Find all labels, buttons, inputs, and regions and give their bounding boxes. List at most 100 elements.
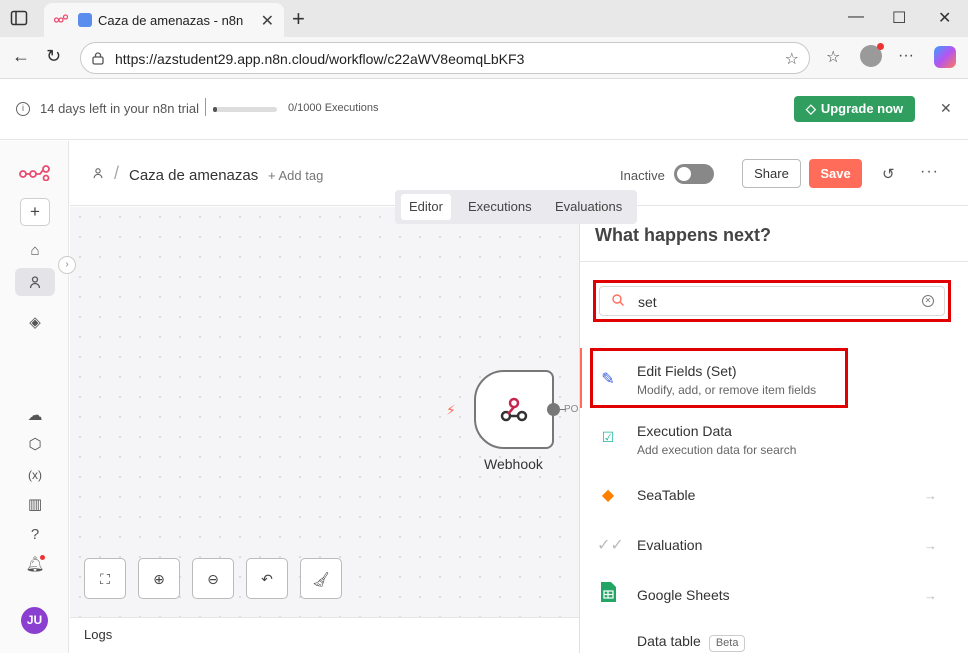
trial-banner: i 14 days left in your n8n trial 0/1000 … [0, 80, 968, 140]
node-item-edit-fields[interactable]: ✎ Edit Fields (Set) Modify, add, or remo… [580, 357, 968, 407]
node-creator-panel: What happens next? ✕ ✎ Edit Fields (Set)… [579, 207, 968, 653]
node-label: Webhook [484, 456, 543, 472]
active-toggle[interactable] [674, 164, 714, 184]
tab-executions[interactable]: Executions [460, 194, 540, 220]
maximize-icon[interactable]: ☐ [892, 8, 906, 28]
back-icon[interactable]: ← [12, 46, 30, 67]
divider [205, 98, 206, 116]
search-box[interactable]: ✕ [599, 286, 945, 316]
bell-icon[interactable]: 🔔︎ [15, 551, 55, 579]
node-item-name: Edit Fields (Set) [637, 363, 737, 379]
arrow-right-icon: → [924, 488, 937, 503]
panel-title: What happens next? [595, 225, 772, 245]
node-item-name: SeaTable [637, 487, 696, 503]
insights-icon[interactable]: ▥ [15, 491, 55, 519]
tab-close-icon[interactable]: ✕ [261, 11, 274, 31]
cloud-icon[interactable]: ☁ [15, 402, 55, 430]
arrow-right-icon: → [924, 538, 937, 553]
help-icon[interactable]: ? [15, 521, 55, 549]
close-banner-icon[interactable]: ✕ [940, 100, 952, 117]
tidy-up-button[interactable]: 🧹︎ [300, 558, 342, 599]
search-icon [612, 294, 624, 306]
tab-group-icon [78, 13, 92, 27]
node-item-description: Add execution data for search [637, 443, 797, 457]
search-highlight: ✕ [593, 280, 951, 322]
notification-dot [40, 555, 45, 560]
node-item-data-table[interactable]: Data table Beta [580, 625, 968, 653]
node-item-description: Modify, add, or remove item fields [637, 383, 817, 397]
url-bar[interactable]: https://azstudent29.app.n8n.cloud/workfl… [80, 42, 810, 74]
google-sheets-icon [601, 582, 616, 602]
copilot-icon[interactable] [934, 46, 956, 68]
trigger-bolt-icon: ⚡︎ [446, 402, 456, 418]
share-button[interactable]: Share [742, 159, 801, 188]
home-icon[interactable]: ⌂ [15, 237, 55, 265]
status-label: Inactive [620, 168, 665, 183]
url-text[interactable]: https://azstudent29.app.n8n.cloud/workfl… [115, 51, 524, 67]
browser-tab[interactable]: Caza de amenazas - n8n ✕ [44, 3, 284, 37]
zoom-in-button[interactable]: ⊕ [138, 558, 180, 599]
tab-title: Caza de amenazas - n8n [98, 13, 244, 28]
tab-evaluations[interactable]: Evaluations [547, 194, 630, 220]
collapse-sidebar-icon[interactable]: › [58, 256, 76, 274]
site-info-icon[interactable] [91, 51, 105, 65]
settings-more-icon[interactable]: ··· [898, 47, 914, 65]
node-item-execution-data[interactable]: ☑ Execution Data Add execution data for … [580, 417, 968, 467]
new-tab-icon[interactable]: + [292, 6, 305, 32]
upgrade-button[interactable]: ◇ Upgrade now [794, 96, 915, 122]
info-icon: i [16, 102, 30, 116]
create-icon[interactable]: + [20, 198, 50, 226]
more-options-icon[interactable]: ··· [920, 163, 939, 181]
output-label: PO [564, 404, 579, 415]
browser-tabstrip: Caza de amenazas - n8n ✕ + — ☐ ✕ [0, 0, 968, 37]
undo-button[interactable]: ↶ [246, 558, 288, 599]
checklist-icon: ☑ [601, 429, 615, 445]
user-avatar[interactable]: JU [21, 607, 48, 634]
history-icon[interactable]: ↺ [882, 165, 895, 183]
favorites-icon[interactable]: ☆ [826, 47, 840, 67]
window-close-icon[interactable]: ✕ [938, 8, 951, 28]
node-item-evaluation[interactable]: ✓✓ Evaluation → [580, 525, 968, 575]
favorite-star-icon[interactable]: ☆ [785, 49, 799, 69]
executions-progress [213, 107, 277, 112]
refresh-icon[interactable]: ↻ [46, 46, 61, 67]
node-item-name: Evaluation [637, 537, 703, 553]
owner-icon [92, 167, 104, 182]
node-output-handle[interactable] [547, 403, 560, 416]
layers-icon[interactable]: ◈ [15, 309, 55, 337]
search-input[interactable] [638, 292, 908, 312]
workflow-name[interactable]: Caza de amenazas [129, 167, 258, 184]
zoom-out-button[interactable]: ⊖ [192, 558, 234, 599]
profile-avatar[interactable] [860, 43, 884, 67]
templates-icon[interactable]: ⬡ [15, 431, 55, 459]
variables-icon[interactable]: (x) [15, 461, 55, 489]
breadcrumb-separator: / [114, 163, 120, 183]
address-bar-row: ← ↻ https://azstudent29.app.n8n.cloud/wo… [0, 37, 968, 79]
pencil-icon: ✎ [601, 371, 615, 388]
minimize-icon[interactable]: — [848, 8, 864, 26]
divider [580, 261, 968, 262]
personal-icon[interactable] [15, 268, 55, 296]
save-button[interactable]: Save [809, 159, 862, 188]
n8n-logo-icon[interactable] [19, 165, 51, 181]
seatable-icon: ◆ [601, 487, 615, 504]
double-check-icon: ✓✓ [597, 537, 624, 554]
node-item-name: Data table Beta [637, 633, 746, 652]
node-item-seatable[interactable]: ◆ SeaTable → [580, 475, 968, 525]
n8n-favicon-icon [54, 14, 68, 23]
logs-panel[interactable]: Logs [70, 617, 579, 653]
fit-view-button[interactable]: ⛶ [84, 558, 126, 599]
clear-search-icon[interactable]: ✕ [922, 295, 934, 307]
trial-days-text: 14 days left in your n8n trial [40, 101, 199, 116]
executions-count: 0/1000 Executions [288, 102, 379, 114]
beta-badge: Beta [708, 635, 746, 652]
node-item-name: Google Sheets [637, 587, 730, 603]
node-item-name: Execution Data [637, 423, 732, 439]
tab-editor[interactable]: Editor [401, 194, 451, 220]
add-tag-link[interactable]: + Add tag [268, 168, 323, 183]
node-item-google-sheets[interactable]: Google Sheets → [580, 575, 968, 625]
logs-label: Logs [84, 627, 113, 642]
diamond-icon: ◇ [805, 101, 816, 116]
sidebar-toggle-icon[interactable] [10, 9, 28, 27]
view-tabs: Editor Executions Evaluations [395, 190, 637, 224]
